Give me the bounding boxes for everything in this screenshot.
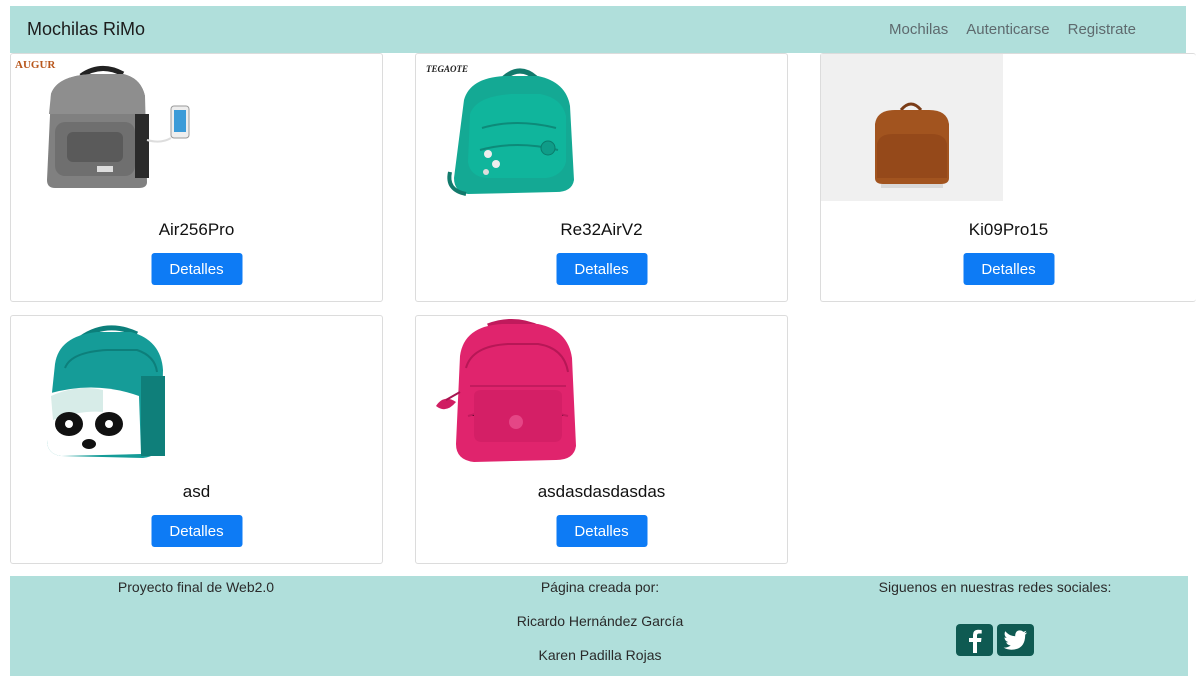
brand-title[interactable]: Mochilas RiMo xyxy=(27,19,145,40)
nav-links: Mochilas Autenticarse Registrate xyxy=(889,21,1136,38)
nav-link-mochilas[interactable]: Mochilas xyxy=(889,21,948,38)
social-links xyxy=(840,624,1150,656)
product-name: asdasdasdasdas xyxy=(537,482,666,501)
details-button[interactable]: Detalles xyxy=(556,253,647,285)
product-name: Ki09Pro15 xyxy=(968,220,1049,239)
product-card: AUGUR Air256Pro Detalles xyxy=(10,53,383,302)
footer-project-column: Proyecto final de Web2.0 xyxy=(50,576,342,610)
details-button[interactable]: Detalles xyxy=(151,253,242,285)
footer-social-column: Siguenos en nuestras redes sociales: xyxy=(840,576,1150,656)
svg-text:AUGUR: AUGUR xyxy=(15,59,56,71)
footer-authors-heading: Página creada por: xyxy=(540,579,660,595)
footer-author-name: Ricardo Hernández García xyxy=(516,613,684,629)
panda-backpack-image xyxy=(47,325,165,458)
product-name: Re32AirV2 xyxy=(560,220,643,239)
product-card: TEGAOTE Re32AirV2 Detalles xyxy=(415,53,788,302)
footer-author-name: Karen Padilla Rojas xyxy=(538,647,662,663)
footer-project-text: Proyecto final de Web2.0 xyxy=(117,579,275,595)
footer-social-heading: Siguenos en nuestras redes sociales: xyxy=(878,579,1112,595)
product-card: asdasdasdasdas Detalles xyxy=(415,315,788,564)
pink-backpack-image xyxy=(436,319,576,462)
facebook-icon[interactable] xyxy=(956,624,993,656)
product-card: asd Detalles xyxy=(10,315,383,564)
brown-backpack-image xyxy=(821,54,1003,201)
svg-text:TEGAOTE: TEGAOTE xyxy=(426,64,468,74)
details-button[interactable]: Detalles xyxy=(963,253,1054,285)
product-card: Ki09Pro15 Detalles xyxy=(820,53,1196,302)
nav-link-registrate[interactable]: Registrate xyxy=(1068,21,1136,38)
details-button[interactable]: Detalles xyxy=(151,515,242,547)
product-name: Air256Pro xyxy=(158,220,235,239)
gray-backpack-with-usb-image: AUGUR xyxy=(15,59,190,188)
nav-link-autenticarse[interactable]: Autenticarse xyxy=(966,21,1049,38)
product-name: asd xyxy=(182,482,211,501)
twitter-icon[interactable] xyxy=(997,624,1034,656)
footer-authors-column: Página creada por: Ricardo Hernández Gar… xyxy=(450,576,750,676)
navbar: Mochilas RiMo Mochilas Autenticarse Regi… xyxy=(10,6,1186,53)
footer: Proyecto final de Web2.0 Página creada p… xyxy=(10,576,1188,676)
details-button[interactable]: Detalles xyxy=(556,515,647,547)
teal-backpack-image: TEGAOTE xyxy=(426,64,574,196)
